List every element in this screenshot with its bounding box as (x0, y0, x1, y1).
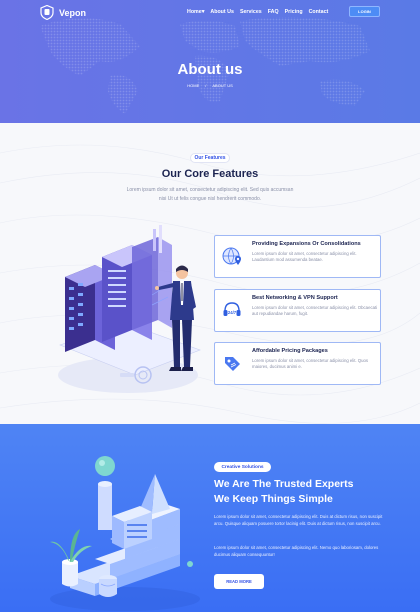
login-button[interactable]: LOGIN (349, 6, 380, 17)
feature-card-expansions[interactable]: Providing Expansions Or Consolidations L… (214, 235, 381, 278)
trusted-experts-section: Creative Solutions We Are The Trusted Ex… (0, 424, 420, 612)
server-room-illustration (58, 225, 201, 393)
breadcrumb-home[interactable]: HOME (187, 83, 199, 88)
trusted-heading-line1: We Are The Trusted Experts (214, 478, 354, 490)
menu-item-faq[interactable]: FAQ (268, 9, 279, 15)
feature-card-pricing[interactable]: Affordable Pricing Packages Lorem ipsum … (214, 342, 381, 385)
core-features-section: Our Features Our Core Features Lorem ips… (0, 123, 420, 424)
brand-name: Vepon (59, 7, 87, 18)
feature-card-networking[interactable]: 24/7 Best Networking & VPN Support Lorem… (214, 289, 381, 332)
breadcrumb-separator: / (205, 83, 207, 88)
breadcrumb-current: ABOUT US (212, 83, 233, 88)
brand-logo[interactable]: Vepon (40, 5, 86, 20)
menu-item-services[interactable]: Services (240, 9, 262, 15)
feature-card-title: Affordable Pricing Packages (252, 348, 328, 354)
main-menu: Home▾ About Us Services FAQ Pricing Cont… (187, 9, 328, 15)
features-badge: Our Features (190, 153, 230, 163)
menu-item-home[interactable]: Home▾ (187, 9, 204, 15)
price-tag-icon (225, 357, 240, 371)
features-description: Lorem ipsum dolor sit amet, consectetur … (126, 187, 294, 202)
feature-card-title: Providing Expansions Or Consolidations (252, 241, 361, 247)
trusted-heading: We Are The Trusted Experts We Keep Thing… (214, 477, 353, 507)
breadcrumb: HOME / ABOUT US (0, 83, 420, 88)
shield-logo-icon (40, 5, 54, 20)
feature-card-text: Lorem ipsum dolor sit amet, consectetur … (252, 305, 378, 316)
trusted-paragraph-1: Lorem ipsum dolor sit amet, consectetur … (214, 514, 383, 526)
features-heading: Our Core Features (161, 168, 259, 180)
feature-card-text: Lorem ipsum dolor sit amet, consectetur … (252, 358, 369, 369)
menu-item-about[interactable]: About Us (210, 9, 234, 15)
trusted-paragraph-2: Lorem ipsum dolor sit amet, consectetur … (214, 545, 379, 557)
menu-item-contact[interactable]: Contact (309, 9, 329, 15)
menu-item-pricing[interactable]: Pricing (285, 9, 303, 15)
hero-banner: Vepon Home▾ About Us Services FAQ Pricin… (0, 0, 420, 123)
headset-24-7-icon: 24/7 (223, 302, 241, 316)
svg-text:24/7: 24/7 (228, 310, 237, 315)
creative-solutions-badge: Creative Solutions (214, 462, 271, 472)
feature-card-title: Best Networking & VPN Support (252, 295, 338, 301)
trusted-heading-line2: We Keep Things Simple (214, 493, 333, 505)
isometric-stairs-illustration (50, 456, 200, 611)
read-more-button[interactable]: READ MORE (214, 574, 264, 589)
globe-location-icon (222, 247, 241, 265)
page-title: About us (177, 61, 243, 78)
feature-card-text: Lorem ipsum dolor sit amet, consectetur … (252, 251, 357, 262)
top-navigation: Vepon Home▾ About Us Services FAQ Pricin… (0, 0, 420, 24)
